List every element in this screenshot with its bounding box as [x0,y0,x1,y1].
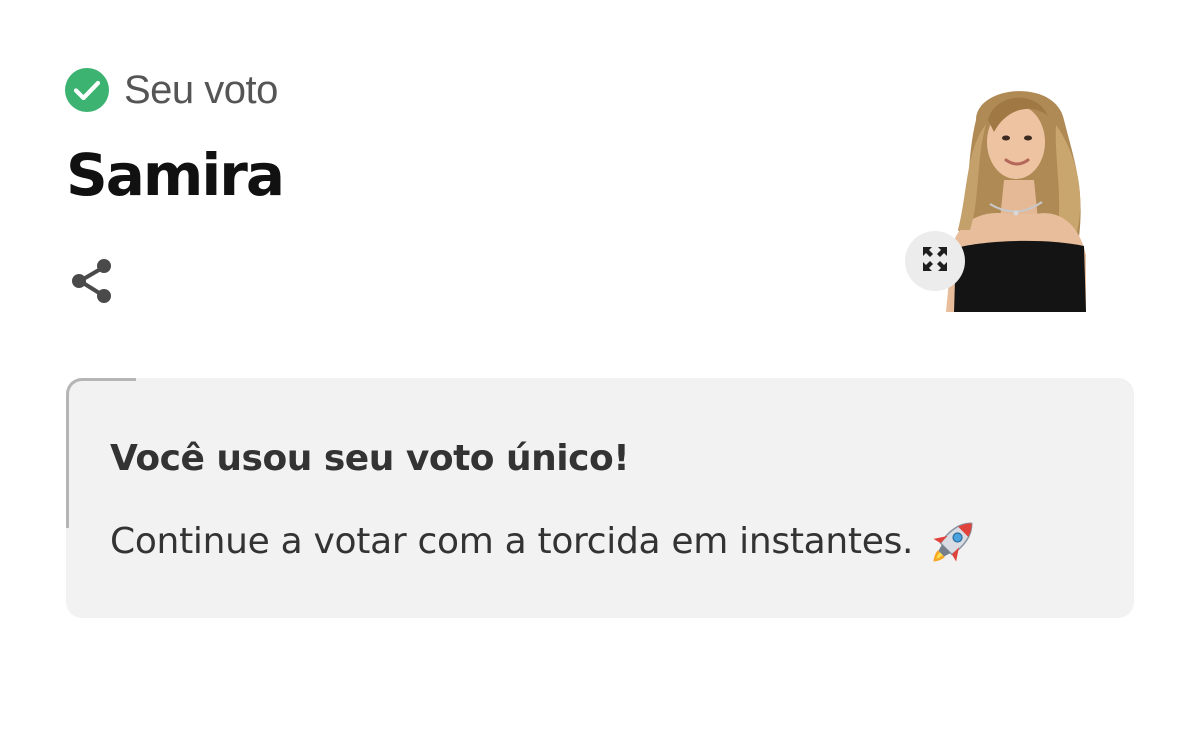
check-circle-icon [64,67,110,113]
expand-photo-button[interactable] [905,231,965,291]
candidate-photo [936,80,1134,312]
notice-title: Você usou seu voto único! [110,438,630,479]
share-button[interactable] [68,254,118,308]
candidate-name: Samira [66,141,285,209]
expand-icon [921,245,949,277]
faded-top-text [800,0,1090,8]
share-icon [68,259,118,312]
rocket-icon [925,512,983,570]
notice-body-text: Continue a votar com a torcida em instan… [110,520,914,562]
vote-header: Seu voto [64,66,278,114]
vote-notice-card: Você usou seu voto único! Continue a vot… [66,378,1134,618]
notice-body: Continue a votar com a torcida em instan… [110,512,983,570]
vote-header-label: Seu voto [124,67,278,112]
